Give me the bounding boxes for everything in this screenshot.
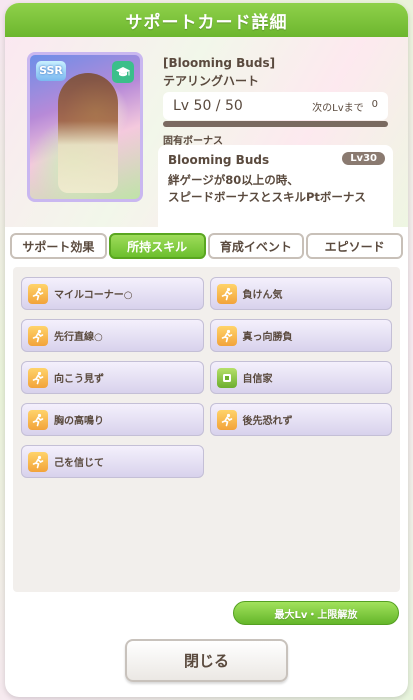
tab-bar: サポート効果 所持スキル 育成イベント エピソード: [5, 231, 408, 261]
runner-icon: [28, 409, 48, 430]
level-value: Lv 50 / 50: [173, 98, 243, 114]
skill-item[interactable]: 自信家: [209, 361, 392, 394]
character-illustration: [58, 73, 118, 193]
skill-label: 先行直線○: [54, 332, 103, 343]
next-level: 次のLvまで 0: [312, 99, 378, 114]
skill-item[interactable]: 先行直線○: [21, 319, 204, 352]
next-level-label: 次のLvまで: [312, 102, 364, 114]
unique-bonus-description: 絆ゲージが80以上の時、 スピードボーナスとスキルPtボーナス: [168, 172, 383, 206]
character-name: テアリングハート: [163, 74, 260, 88]
skill-item[interactable]: マイルコーナー○: [21, 277, 204, 310]
unique-bonus-level-badge: Lv30: [342, 152, 385, 165]
tab-training-events[interactable]: 育成イベント: [207, 233, 305, 259]
skill-item[interactable]: 己を信じて: [21, 445, 204, 478]
tab-owned-skills[interactable]: 所持スキル: [108, 233, 206, 259]
runner-icon: [28, 283, 48, 304]
unique-bonus-description-line: スピードボーナスとスキルPtボーナス: [168, 190, 366, 204]
support-card-detail-dialog: サポートカード詳細 SSR [Blooming Buds] テアリングハート L…: [5, 3, 408, 697]
tab-episodes[interactable]: エピソード: [306, 233, 403, 259]
skill-label: 己を信じて: [54, 458, 104, 469]
level-display: Lv 50 / 50 次のLvまで 0: [163, 92, 388, 120]
runner-icon: [28, 367, 48, 388]
rarity-badge: SSR: [36, 61, 66, 81]
card-title: [Blooming Buds]: [163, 56, 276, 70]
runner-icon: [216, 283, 237, 304]
max-level-unlock-button[interactable]: 最大Lv・上限解放: [233, 601, 399, 625]
skill-item[interactable]: 向こう見ず: [21, 361, 204, 394]
runner-icon: [28, 451, 48, 472]
skill-label: 後先恐れず: [242, 416, 293, 427]
skill-label: 真っ向勝負: [242, 332, 293, 343]
skill-item[interactable]: 胸の高鳴り: [21, 403, 204, 436]
runner-icon: [216, 409, 237, 430]
next-level-value: 0: [371, 98, 378, 110]
skill-item[interactable]: 後先恐れず: [209, 403, 392, 436]
runner-icon: [216, 325, 237, 346]
runner-icon: [28, 325, 48, 346]
card-thumbnail[interactable]: SSR: [27, 52, 143, 202]
skill-item[interactable]: 真っ向勝負: [209, 319, 392, 352]
unique-bonus-box: Blooming Buds Lv30 絆ゲージが80以上の時、 スピードボーナス…: [158, 145, 393, 240]
dialog-title: サポートカード詳細: [5, 3, 408, 37]
experience-bar: [163, 121, 388, 127]
skill-label: 向こう見ず: [54, 374, 104, 385]
skill-item[interactable]: 負けん気: [209, 277, 392, 310]
skills-list: マイルコーナー○ 負けん気 先行直線○ 真っ向勝負 向こう見ず 自信家 胸の高鳴…: [13, 267, 400, 592]
skill-label: 胸の高鳴り: [54, 416, 104, 427]
graduation-cap-icon: [112, 61, 134, 83]
skill-label: 自信家: [242, 374, 273, 385]
skill-label: 負けん気: [242, 290, 283, 301]
tab-support-effects[interactable]: サポート効果: [10, 233, 107, 259]
card-header: SSR [Blooming Buds] テアリングハート Lv 50 / 50 …: [5, 37, 408, 240]
close-button[interactable]: 閉じる: [125, 639, 288, 682]
skill-label: マイルコーナー○: [54, 290, 133, 301]
unique-bonus-description-line: 絆ゲージが80以上の時、: [168, 173, 299, 187]
stamina-icon: [216, 367, 237, 388]
